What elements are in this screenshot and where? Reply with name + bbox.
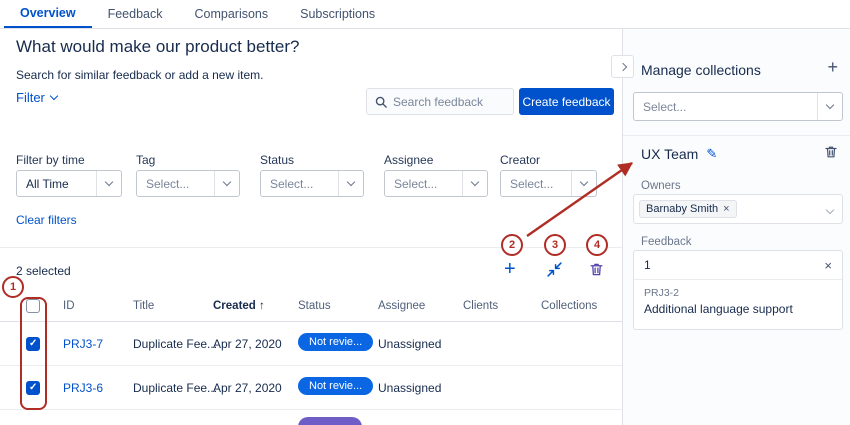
annotation-step-1: 1 <box>2 276 24 298</box>
col-assignee: Assignee <box>378 300 425 312</box>
filter-status-select[interactable]: Select... <box>260 170 364 197</box>
filter-assignee-label: Assignee <box>384 153 433 167</box>
add-collection-button[interactable]: + <box>827 58 838 76</box>
delete-selected-button[interactable] <box>589 262 604 280</box>
chevron-down-icon <box>462 171 487 196</box>
row-title: Duplicate Fee... <box>133 381 217 395</box>
chevron-down-icon <box>50 92 58 100</box>
create-feedback-button[interactable]: Create feedback <box>519 88 614 115</box>
filter-status-label: Status <box>260 153 294 167</box>
feedback-item-title: Additional language support <box>644 302 832 316</box>
edit-pencil-icon[interactable]: ✎ <box>706 146 717 162</box>
panel-collapse-button[interactable] <box>611 55 634 78</box>
filter-assignee-select[interactable]: Select... <box>384 170 488 197</box>
panel-title: Manage collections <box>641 62 761 78</box>
annotation-highlight-rect <box>20 297 47 410</box>
collection-select[interactable]: Select... <box>633 92 843 121</box>
feedback-filter-row[interactable]: 1 × <box>634 251 842 280</box>
row-title: Duplicate Fee... <box>133 337 217 351</box>
collection-name: UX Team ✎ <box>641 146 717 162</box>
chevron-down-icon <box>96 171 121 196</box>
trash-icon <box>824 145 838 159</box>
filter-tag-label: Tag <box>136 153 155 167</box>
status-pill-partial <box>298 417 362 425</box>
annotation-arrow <box>510 150 650 250</box>
sort-ascending-icon: ↑ <box>259 300 265 312</box>
clear-feedback-filter-icon[interactable]: × <box>824 258 832 273</box>
col-created-label: Created <box>213 300 256 312</box>
chevron-down-icon <box>827 200 833 218</box>
delete-collection-button[interactable] <box>824 145 838 164</box>
filter-status-value: Select... <box>261 177 338 191</box>
chevron-down-icon <box>338 171 363 196</box>
table-row: PRJ3-6 Duplicate Fee... Apr 27, 2020 Not… <box>0 366 622 410</box>
chevron-down-icon <box>214 171 239 196</box>
filter-tag-select[interactable]: Select... <box>136 170 240 197</box>
row-assignee: Unassigned <box>378 381 441 395</box>
chevron-down-icon <box>817 93 842 120</box>
table-header: ID Title Created ↑ Status Assignee Clien… <box>0 291 622 322</box>
feedback-item-id: PRJ3-2 <box>644 287 832 299</box>
filter-tag-value: Select... <box>137 177 214 191</box>
row-id-link[interactable]: PRJ3-7 <box>63 337 103 351</box>
tab-feedback[interactable]: Feedback <box>92 0 179 28</box>
remove-owner-icon[interactable]: × <box>723 203 729 215</box>
col-title: Title <box>133 300 154 312</box>
top-tab-bar: Overview Feedback Comparisons Subscripti… <box>0 0 850 29</box>
merge-feedback-button[interactable] <box>547 262 562 280</box>
page-title: What would make our product better? <box>16 37 299 57</box>
row-id-link[interactable]: PRJ3-6 <box>63 381 103 395</box>
filter-time-label: Filter by time <box>16 153 85 167</box>
search-icon <box>375 96 387 108</box>
app-window: Overview Feedback Comparisons Subscripti… <box>0 0 850 425</box>
filter-assignee-value: Select... <box>385 177 462 191</box>
panel-divider <box>623 135 850 136</box>
row-created: Apr 27, 2020 <box>213 337 282 351</box>
status-pill[interactable]: Not revie... <box>298 333 373 351</box>
col-status: Status <box>298 300 331 312</box>
tab-overview[interactable]: Overview <box>4 0 92 28</box>
filter-time-value: All Time <box>17 177 96 191</box>
clear-filters-link[interactable]: Clear filters <box>16 213 77 227</box>
selected-count-label: 2 selected <box>16 264 71 278</box>
manage-collections-panel: Manage collections + Select... UX Team ✎… <box>622 29 850 425</box>
col-id: ID <box>63 300 75 312</box>
row-assignee: Unassigned <box>378 337 441 351</box>
owner-chip-label: Barnaby Smith <box>646 203 718 215</box>
collection-select-value: Select... <box>634 100 817 114</box>
page-subtitle: Search for similar feedback or add a new… <box>16 68 263 82</box>
filter-toggle-link[interactable]: Filter <box>16 90 57 105</box>
filter-time-select[interactable]: All Time <box>16 170 122 197</box>
merge-arrows-icon <box>547 262 562 277</box>
trash-icon <box>589 262 604 277</box>
tab-comparisons[interactable]: Comparisons <box>179 0 285 28</box>
filter-toggle-label: Filter <box>16 90 45 105</box>
search-feedback-box <box>366 88 514 115</box>
add-to-collection-button[interactable]: + <box>504 260 516 278</box>
status-pill[interactable]: Not revie... <box>298 377 373 395</box>
owner-chip[interactable]: Barnaby Smith × <box>639 200 737 218</box>
feedback-list-item[interactable]: PRJ3-2 Additional language support <box>634 280 842 323</box>
search-input[interactable] <box>393 95 503 109</box>
col-clients: Clients <box>463 300 498 312</box>
feedback-filter-value: 1 <box>644 258 651 272</box>
col-created[interactable]: Created ↑ <box>213 300 265 312</box>
feedback-list-box: 1 × PRJ3-2 Additional language support <box>633 250 843 330</box>
chevron-right-icon <box>618 62 626 70</box>
owners-select[interactable]: Barnaby Smith × <box>633 194 843 224</box>
col-collections: Collections <box>541 300 597 312</box>
table-row: PRJ3-7 Duplicate Fee... Apr 27, 2020 Not… <box>0 322 622 366</box>
tab-subscriptions[interactable]: Subscriptions <box>284 0 391 28</box>
row-created: Apr 27, 2020 <box>213 381 282 395</box>
